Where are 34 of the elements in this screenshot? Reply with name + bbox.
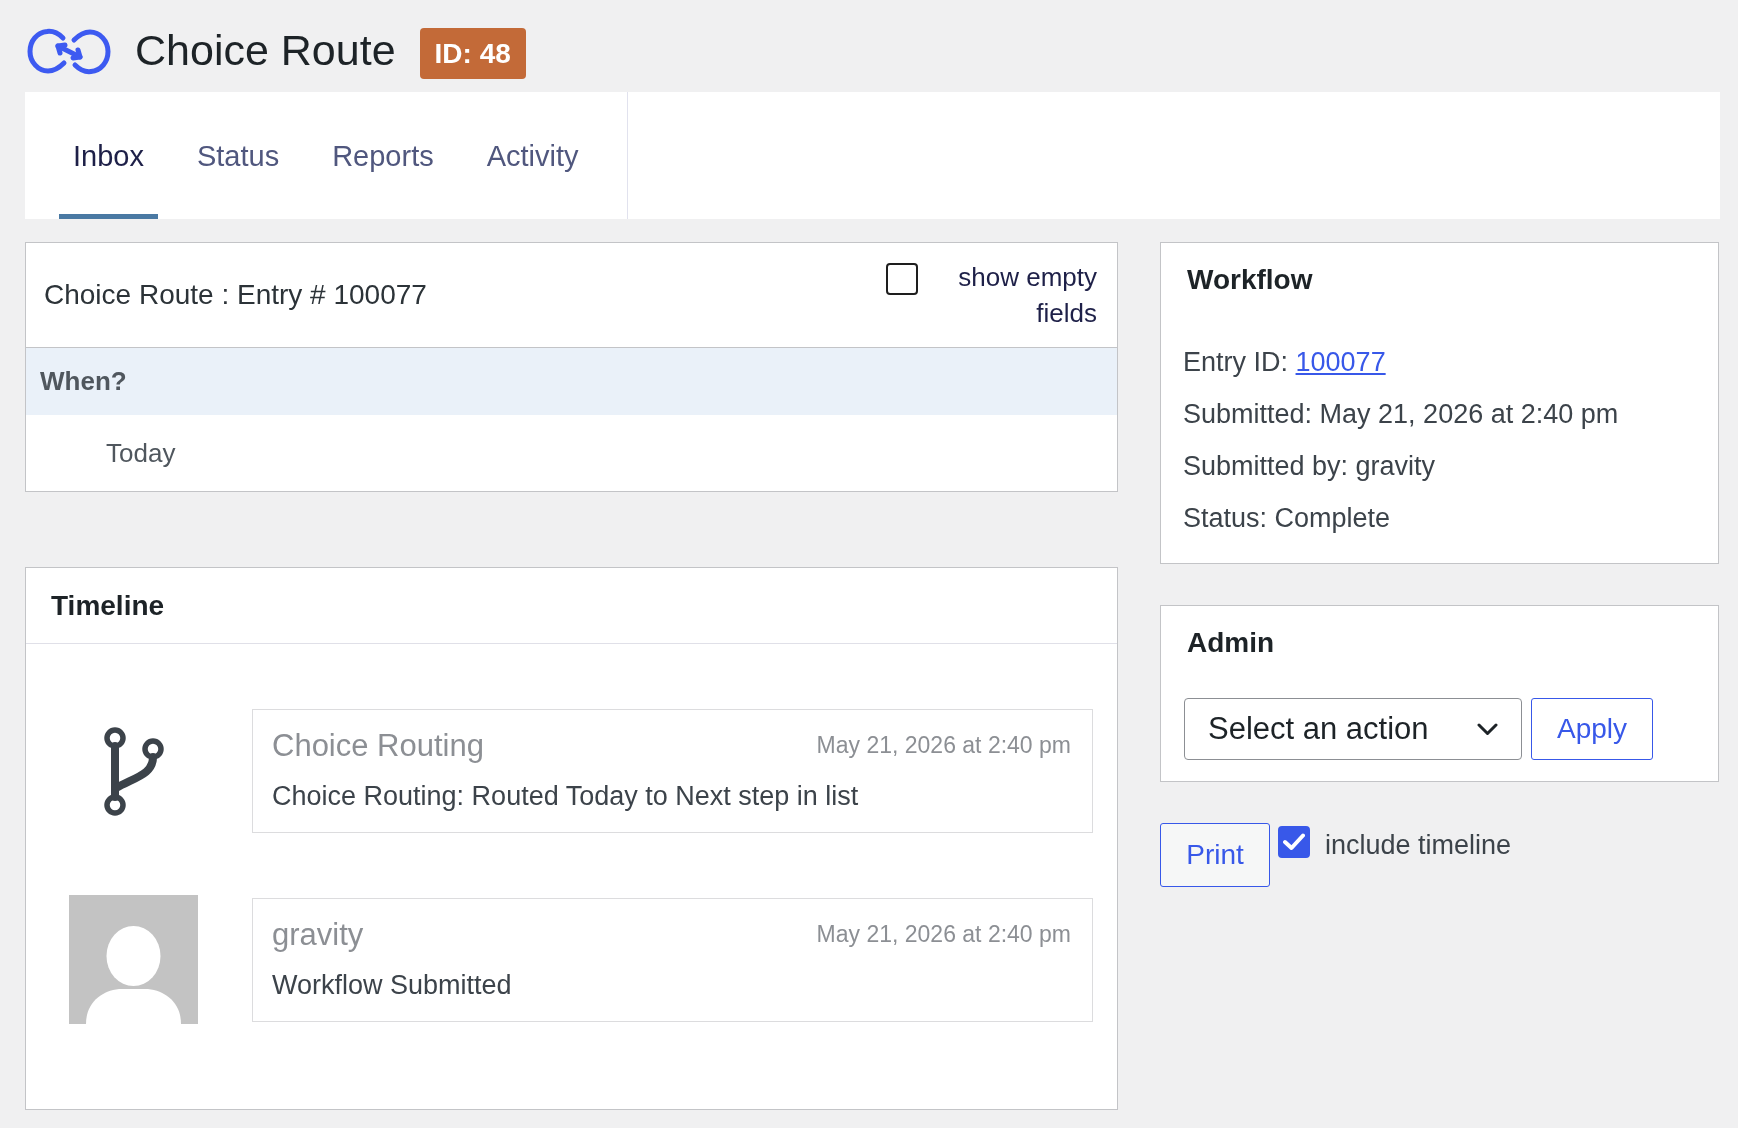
action-select[interactable]: Select an action [1184, 698, 1522, 760]
panel-title: Workflow [1187, 263, 1314, 297]
field-value: Today [105, 436, 177, 470]
detail-text: Status: Complete [1183, 502, 1392, 535]
panel-title: Admin [1187, 626, 1276, 660]
id-badge: ID: 48 [419, 28, 526, 79]
entry-date: May 21, 2026 at 2:40 pm [816, 919, 1071, 949]
chevron-down-icon [1477, 722, 1498, 736]
print-button[interactable]: Print [1160, 823, 1270, 887]
panel-title: Timeline [51, 588, 165, 623]
checkbox-label: include timeline [1325, 829, 1512, 862]
tab[interactable]: Activity [472, 92, 593, 219]
checkbox[interactable] [1278, 826, 1310, 858]
entry-message: Choice Routing: Routed Today to Next step in list [272, 780, 860, 812]
tab[interactable]: Inbox [59, 92, 158, 219]
logo-icon [27, 26, 111, 76]
detail-text: Submitted by: gravity [1183, 450, 1437, 483]
entry-id-link[interactable]: 100077 [1295, 347, 1386, 377]
checkmark-icon [1283, 833, 1305, 851]
apply-button[interactable]: Apply [1531, 698, 1653, 760]
checkbox[interactable] [886, 263, 918, 295]
detail-label: Entry ID: [1183, 347, 1289, 377]
entry-heading: Choice Routing [272, 727, 484, 764]
field-label: When? [26, 348, 1117, 415]
entry-date: May 21, 2026 at 2:40 pm [816, 731, 1071, 761]
detail-text: Submitted: May 21, 2026 at 2:40 pm [1183, 398, 1620, 431]
tab[interactable]: Reports [318, 92, 448, 219]
page-title: Choice Route [135, 26, 396, 76]
entry-heading: gravity [272, 915, 364, 953]
entry-message: Workflow Submitted [272, 968, 513, 1001]
checkbox-label: show empty fields [957, 261, 1097, 330]
entry-title: Choice Route : Entry # 100077 [44, 278, 427, 312]
branch-icon [103, 726, 164, 816]
tab[interactable]: Status [182, 92, 294, 219]
